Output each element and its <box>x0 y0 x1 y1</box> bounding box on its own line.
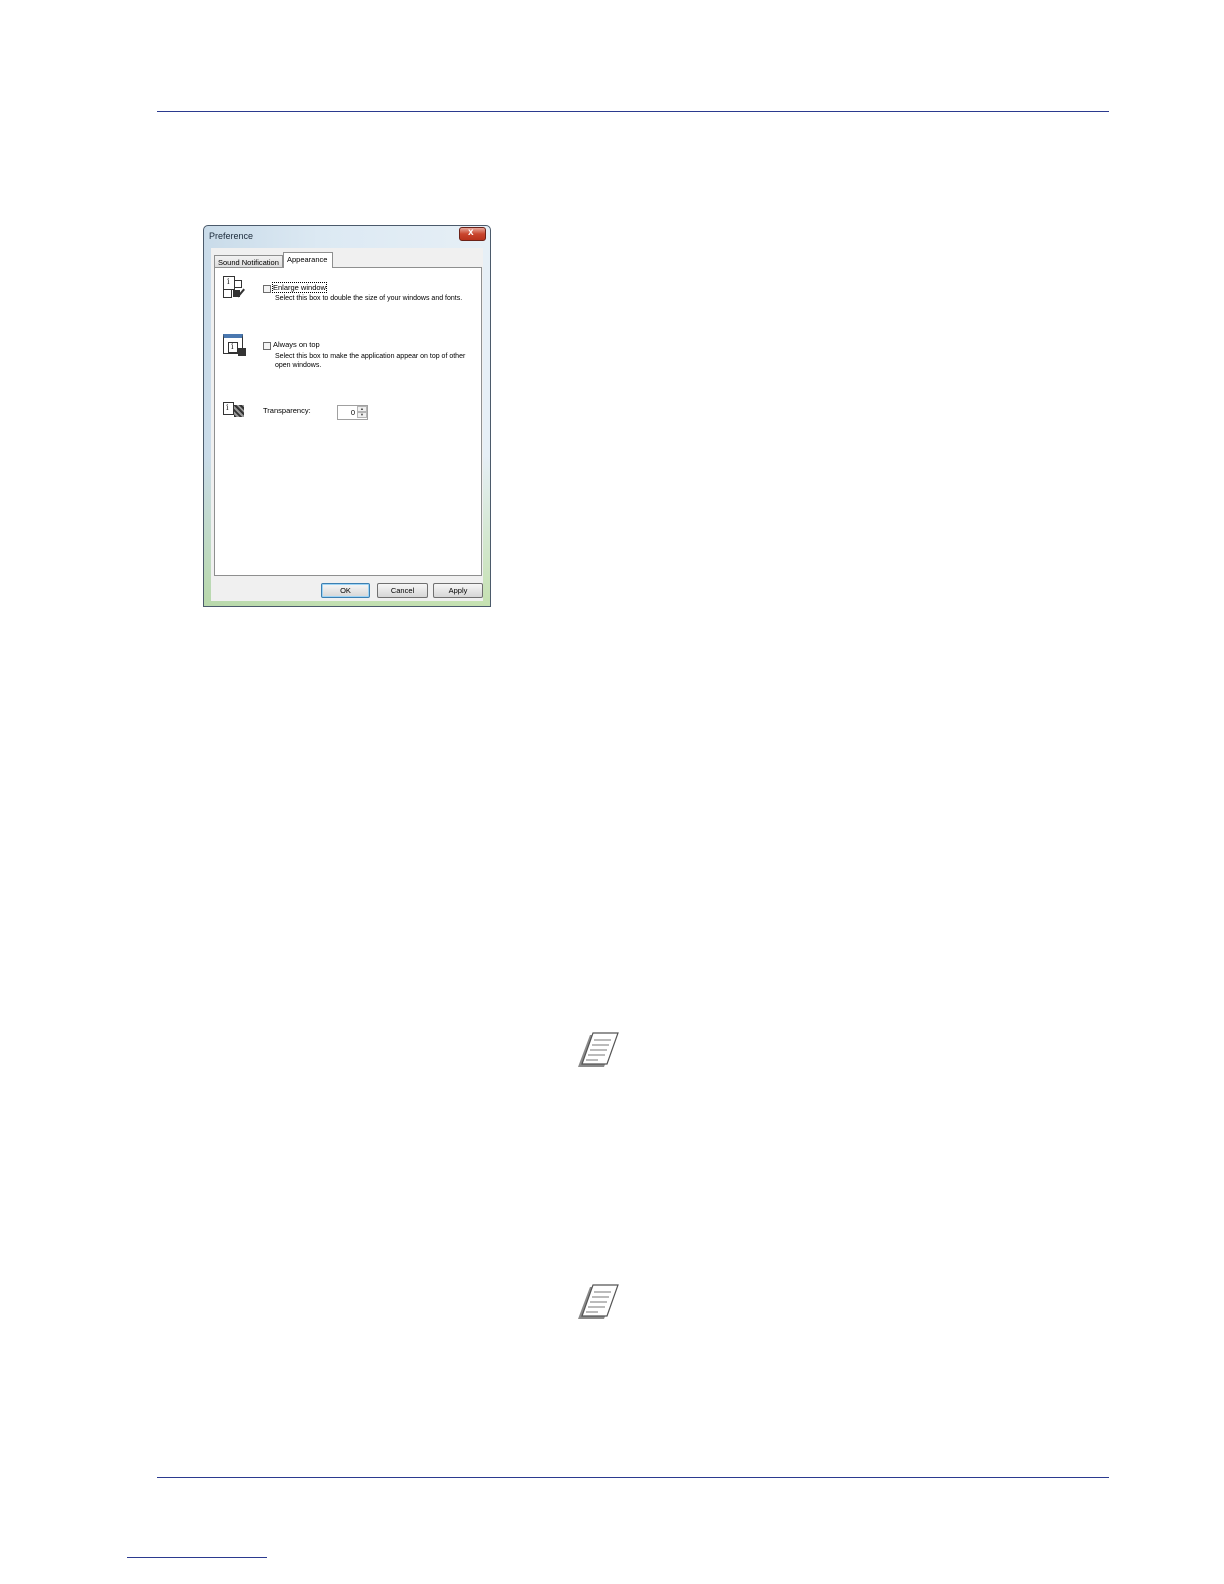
title-bar[interactable]: Preference x <box>204 226 490 248</box>
cancel-button[interactable]: Cancel <box>377 583 428 598</box>
transparency-value[interactable]: 0 <box>351 408 355 417</box>
note-icon <box>578 1032 619 1067</box>
enlarge-window-checkbox[interactable] <box>263 285 271 293</box>
transparency-icon: i <box>223 402 247 426</box>
spin-down-icon[interactable]: ▼ <box>357 412 367 418</box>
preference-dialog: Preference x Sound Notification Appearan… <box>203 225 491 607</box>
appearance-panel: i Enlarge window Select this box to doub… <box>214 267 482 576</box>
dialog-title: Preference <box>209 231 254 241</box>
close-button[interactable]: x <box>459 227 486 241</box>
enlarge-window-description: Select this box to double the size of yo… <box>275 295 463 302</box>
enlarge-window-label[interactable]: Enlarge window <box>272 282 327 293</box>
footer-rule <box>157 1477 1109 1478</box>
header-rule <box>157 111 1109 112</box>
transparency-label: Transparency: <box>263 406 311 415</box>
always-on-top-label[interactable]: Always on top <box>273 340 320 349</box>
always-on-top-description: Select this box to make the application … <box>275 353 466 369</box>
dialog-client-area: Sound Notification Appearance i Enlarge … <box>211 248 483 601</box>
tab-appearance[interactable]: Appearance <box>283 252 333 268</box>
always-on-top-icon: i <box>223 334 247 358</box>
note-icon <box>578 1284 619 1319</box>
enlarge-window-icon: i <box>223 276 247 300</box>
ok-button[interactable]: OK <box>321 583 370 598</box>
transparency-spinner[interactable]: 0 ▲ ▼ <box>337 405 368 420</box>
always-on-top-checkbox[interactable] <box>263 342 271 350</box>
footer-link-underline[interactable] <box>127 1557 267 1558</box>
apply-button[interactable]: Apply <box>433 583 483 598</box>
close-icon: x <box>468 227 474 238</box>
